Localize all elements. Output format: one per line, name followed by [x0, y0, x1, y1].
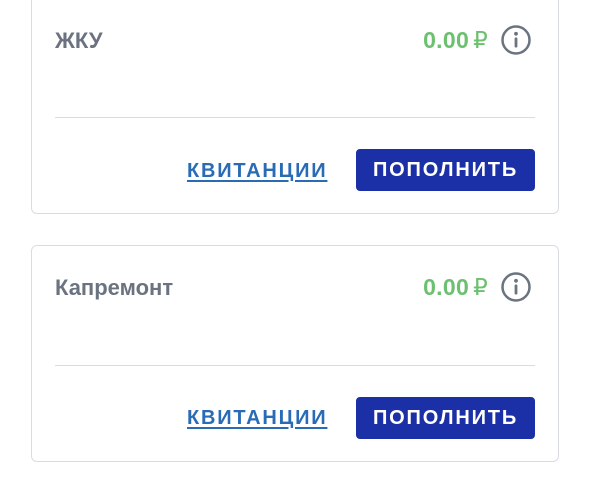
divider: [55, 117, 535, 118]
amount-value: 0.00: [423, 274, 470, 300]
top-up-button[interactable]: ПОПОЛНИТЬ: [356, 397, 535, 439]
receipts-link[interactable]: КВИТАНЦИИ: [187, 407, 327, 430]
info-icon[interactable]: [500, 24, 532, 56]
currency-symbol: ₽: [473, 27, 488, 53]
account-card-capital-repair: Капремонт 0.00 ₽ КВИТАНЦИИ ПОПОЛНИТЬ: [31, 245, 559, 462]
balance-amount: 0.00 ₽: [423, 27, 488, 54]
page: ЖКУ 0.00 ₽ КВИТАНЦИИ ПОПОЛНИТЬ Капремонт …: [0, 0, 590, 480]
card-title: Капремонт: [55, 275, 174, 300]
info-icon[interactable]: [500, 271, 532, 303]
amount-value: 0.00: [423, 27, 470, 53]
account-card-utilities: ЖКУ 0.00 ₽ КВИТАНЦИИ ПОПОЛНИТЬ: [31, 0, 559, 214]
receipts-link[interactable]: КВИТАНЦИИ: [187, 160, 327, 183]
currency-symbol: ₽: [473, 274, 488, 300]
card-title: ЖКУ: [55, 28, 103, 53]
top-up-button[interactable]: ПОПОЛНИТЬ: [356, 149, 535, 191]
divider: [55, 365, 535, 366]
balance-amount: 0.00 ₽: [423, 274, 488, 301]
